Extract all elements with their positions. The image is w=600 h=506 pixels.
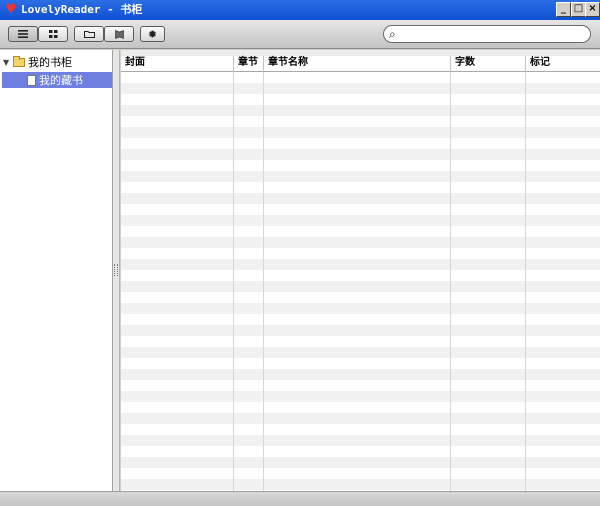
window-title: LovelyReader - 书柜 [21,3,143,16]
column-header-mark[interactable]: 标记 [526,56,600,72]
book-table: 封面 章节 章节名称 字数 标记 [121,50,600,491]
table-header: 封面 章节 章节名称 字数 标记 [121,56,600,72]
search-box[interactable]: ⌕ [383,25,591,43]
column-header-cover[interactable]: 封面 [121,56,234,72]
folder-icon [83,31,95,38]
list-icon [18,30,28,38]
list-view-button[interactable] [8,26,38,42]
tree-item-label: 我的藏书 [39,74,83,87]
grid-view-button[interactable] [38,26,68,42]
search-input[interactable] [402,27,584,41]
column-header-chapter[interactable]: 章节 [234,56,264,72]
grid-icon [48,30,57,38]
expand-arrow-icon[interactable]: ▼ [3,58,13,67]
folder-button[interactable] [74,26,104,42]
tree-root-bookshelf[interactable]: ▼ 我的书柜 [3,55,72,69]
status-bar [0,491,600,506]
book-icon [114,29,124,39]
search-icon: ⌕ [389,27,396,41]
tree-item-collection[interactable]: 我的藏书 [2,72,112,88]
column-header-chapter-name[interactable]: 章节名称 [264,56,451,72]
close-button[interactable]: × [585,2,600,17]
gear-icon: ✹ [147,27,158,41]
column-divider [233,72,234,491]
maximize-button[interactable]: □ [571,2,586,17]
minimize-button[interactable]: _ [556,2,571,17]
document-icon [27,74,36,86]
splitter-grip-icon[interactable] [114,264,118,276]
pane-splitter[interactable] [113,50,120,491]
heart-app-icon: ♥ [5,2,17,17]
column-divider [450,72,451,491]
folder-icon [13,55,25,67]
tree-root-label: 我的书柜 [28,56,72,69]
column-divider [263,72,264,491]
settings-button[interactable]: ✹ [140,26,165,42]
bookmark-button[interactable] [104,26,134,42]
title-bar: ♥ LovelyReader - 书柜 _ □ × [0,0,600,20]
column-divider [525,72,526,491]
column-header-word-count[interactable]: 字数 [451,56,526,72]
sidebar: ▼ 我的书柜 我的藏书 [0,50,113,491]
toolbar: ✹ ⌕ [0,20,600,49]
